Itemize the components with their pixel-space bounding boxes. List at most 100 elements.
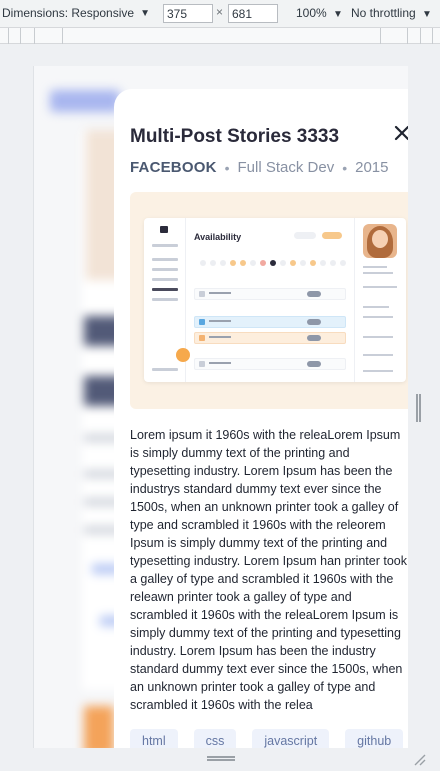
- width-input[interactable]: [163, 4, 213, 23]
- tag-github[interactable]: github: [345, 729, 404, 748]
- screenshot-avatar: [363, 224, 397, 258]
- screenshot-logo: [160, 226, 168, 233]
- blurred-accent: [84, 706, 114, 748]
- zoom-label: 100%: [296, 6, 327, 20]
- screenshot-profile-line: [363, 272, 393, 274]
- screenshot-row-avatars: [307, 335, 321, 341]
- screenshot-row-text: [209, 320, 231, 322]
- media-query-ruler[interactable]: [0, 28, 440, 44]
- screenshot-day: [220, 260, 226, 266]
- screenshot-day: [320, 260, 326, 266]
- screenshot-app-frame: Availability: [144, 218, 406, 382]
- screenshot-row-text: [209, 362, 231, 364]
- ruler-tick: [62, 28, 63, 44]
- screenshot-avatar-face: [372, 230, 388, 248]
- screenshot-sidebar-item: [152, 368, 178, 371]
- devtools-toolbar: Dimensions: Responsive ▼ × 100% ▼ No thr…: [0, 0, 440, 28]
- screenshot-day: [270, 260, 276, 266]
- screenshot-profile-line: [363, 336, 393, 338]
- tag-html[interactable]: html: [130, 729, 178, 748]
- screenshot-pill: [294, 232, 316, 239]
- screenshot-row-icon: [199, 361, 205, 367]
- chevron-down-icon: ▼: [140, 7, 150, 19]
- screenshot-row-avatars: [307, 361, 321, 367]
- blurred-heading: [50, 90, 120, 112]
- screenshot-day: [290, 260, 296, 266]
- screenshot-profile-panel: [354, 218, 406, 382]
- screenshot-row-text: [209, 336, 231, 338]
- screenshot-sidebar-item: [152, 244, 178, 247]
- meta-separator: •: [342, 159, 348, 176]
- close-button[interactable]: [394, 125, 408, 141]
- zoom-dropdown[interactable]: 100% ▼: [296, 6, 343, 20]
- project-meta: FACEBOOK • Full Stack Dev • 2015: [130, 159, 389, 176]
- screenshot-day: [200, 260, 206, 266]
- screenshot-sidebar-item: [152, 278, 178, 281]
- screenshot-row-icon: [199, 291, 205, 297]
- screenshot-day: [280, 260, 286, 266]
- screenshot-sidebar-item: [152, 268, 178, 271]
- screenshot-day: [330, 260, 336, 266]
- screenshot-row-icon: [199, 335, 205, 341]
- height-input[interactable]: [228, 4, 278, 23]
- dimensions-dropdown[interactable]: Dimensions: Responsive ▼: [2, 6, 150, 20]
- screenshot-row-avatars: [307, 291, 321, 297]
- screenshot-row: [194, 332, 346, 344]
- project-screenshot: Availability: [130, 192, 408, 409]
- screenshot-row: [194, 288, 346, 300]
- screenshot-sidebar-item: [152, 288, 178, 291]
- screenshot-row: [194, 358, 346, 370]
- screenshot-profile-line: [363, 354, 393, 356]
- chevron-down-icon: ▼: [422, 9, 432, 20]
- resize-handle-bottom[interactable]: [207, 756, 235, 761]
- times-separator: ×: [216, 5, 224, 19]
- screenshot-day: [300, 260, 306, 266]
- tag-javascript[interactable]: javascript: [252, 729, 330, 748]
- screenshot-day: [260, 260, 266, 266]
- close-icon: [394, 125, 408, 141]
- ruler-tick: [407, 28, 408, 44]
- ruler-tick: [20, 28, 21, 44]
- ruler-tick: [8, 28, 9, 44]
- screenshot-sidebar-item: [152, 298, 178, 301]
- meta-separator: •: [224, 159, 230, 176]
- screenshot-day: [340, 260, 346, 266]
- tag-css[interactable]: css: [193, 729, 237, 748]
- screenshot-profile-line: [363, 316, 393, 318]
- resize-handle-corner[interactable]: [412, 752, 426, 766]
- modal-title: Multi-Post Stories 3333: [130, 126, 340, 147]
- tech-tags: html css javascript github: [130, 729, 404, 748]
- screenshot-row-avatars: [307, 319, 321, 325]
- dimensions-label: Dimensions: Responsive: [2, 6, 135, 20]
- screenshot-pill: [322, 232, 342, 239]
- role-label: Full Stack Dev: [237, 159, 335, 176]
- company-label: FACEBOOK: [130, 159, 217, 176]
- screenshot-day: [240, 260, 246, 266]
- year-label: 2015: [355, 159, 389, 176]
- screenshot-day: [250, 260, 256, 266]
- project-description: Lorem ipsum it 1960s with the releaLorem…: [130, 428, 407, 712]
- screenshot-profile-line: [363, 286, 397, 288]
- throttling-label: No throttling: [351, 6, 416, 20]
- throttling-dropdown[interactable]: No throttling ▼: [351, 6, 432, 20]
- ruler-tick: [34, 28, 35, 44]
- screenshot-profile-line: [363, 370, 393, 372]
- ruler-tick: [380, 28, 381, 44]
- ruler-tick: [432, 28, 433, 44]
- project-modal: Multi-Post Stories 3333 FACEBOOK • Full …: [114, 89, 408, 748]
- screenshot-heading: Availability: [194, 232, 242, 242]
- screenshot-fab: [176, 348, 190, 362]
- screenshot-profile-line: [363, 266, 387, 268]
- chevron-down-icon: ▼: [333, 9, 343, 20]
- ruler-tick: [420, 28, 421, 44]
- screenshot-sidebar: [144, 218, 190, 382]
- screenshot-row-icon: [199, 319, 205, 325]
- resize-grip-icon: [414, 754, 426, 766]
- screenshot-profile-line: [363, 306, 389, 308]
- screenshot-day: [210, 260, 216, 266]
- screenshot-row: [194, 316, 346, 328]
- screenshot-sidebar-item: [152, 258, 178, 261]
- resize-handle-right[interactable]: [416, 394, 421, 422]
- screenshot-day: [310, 260, 316, 266]
- screenshot-day: [230, 260, 236, 266]
